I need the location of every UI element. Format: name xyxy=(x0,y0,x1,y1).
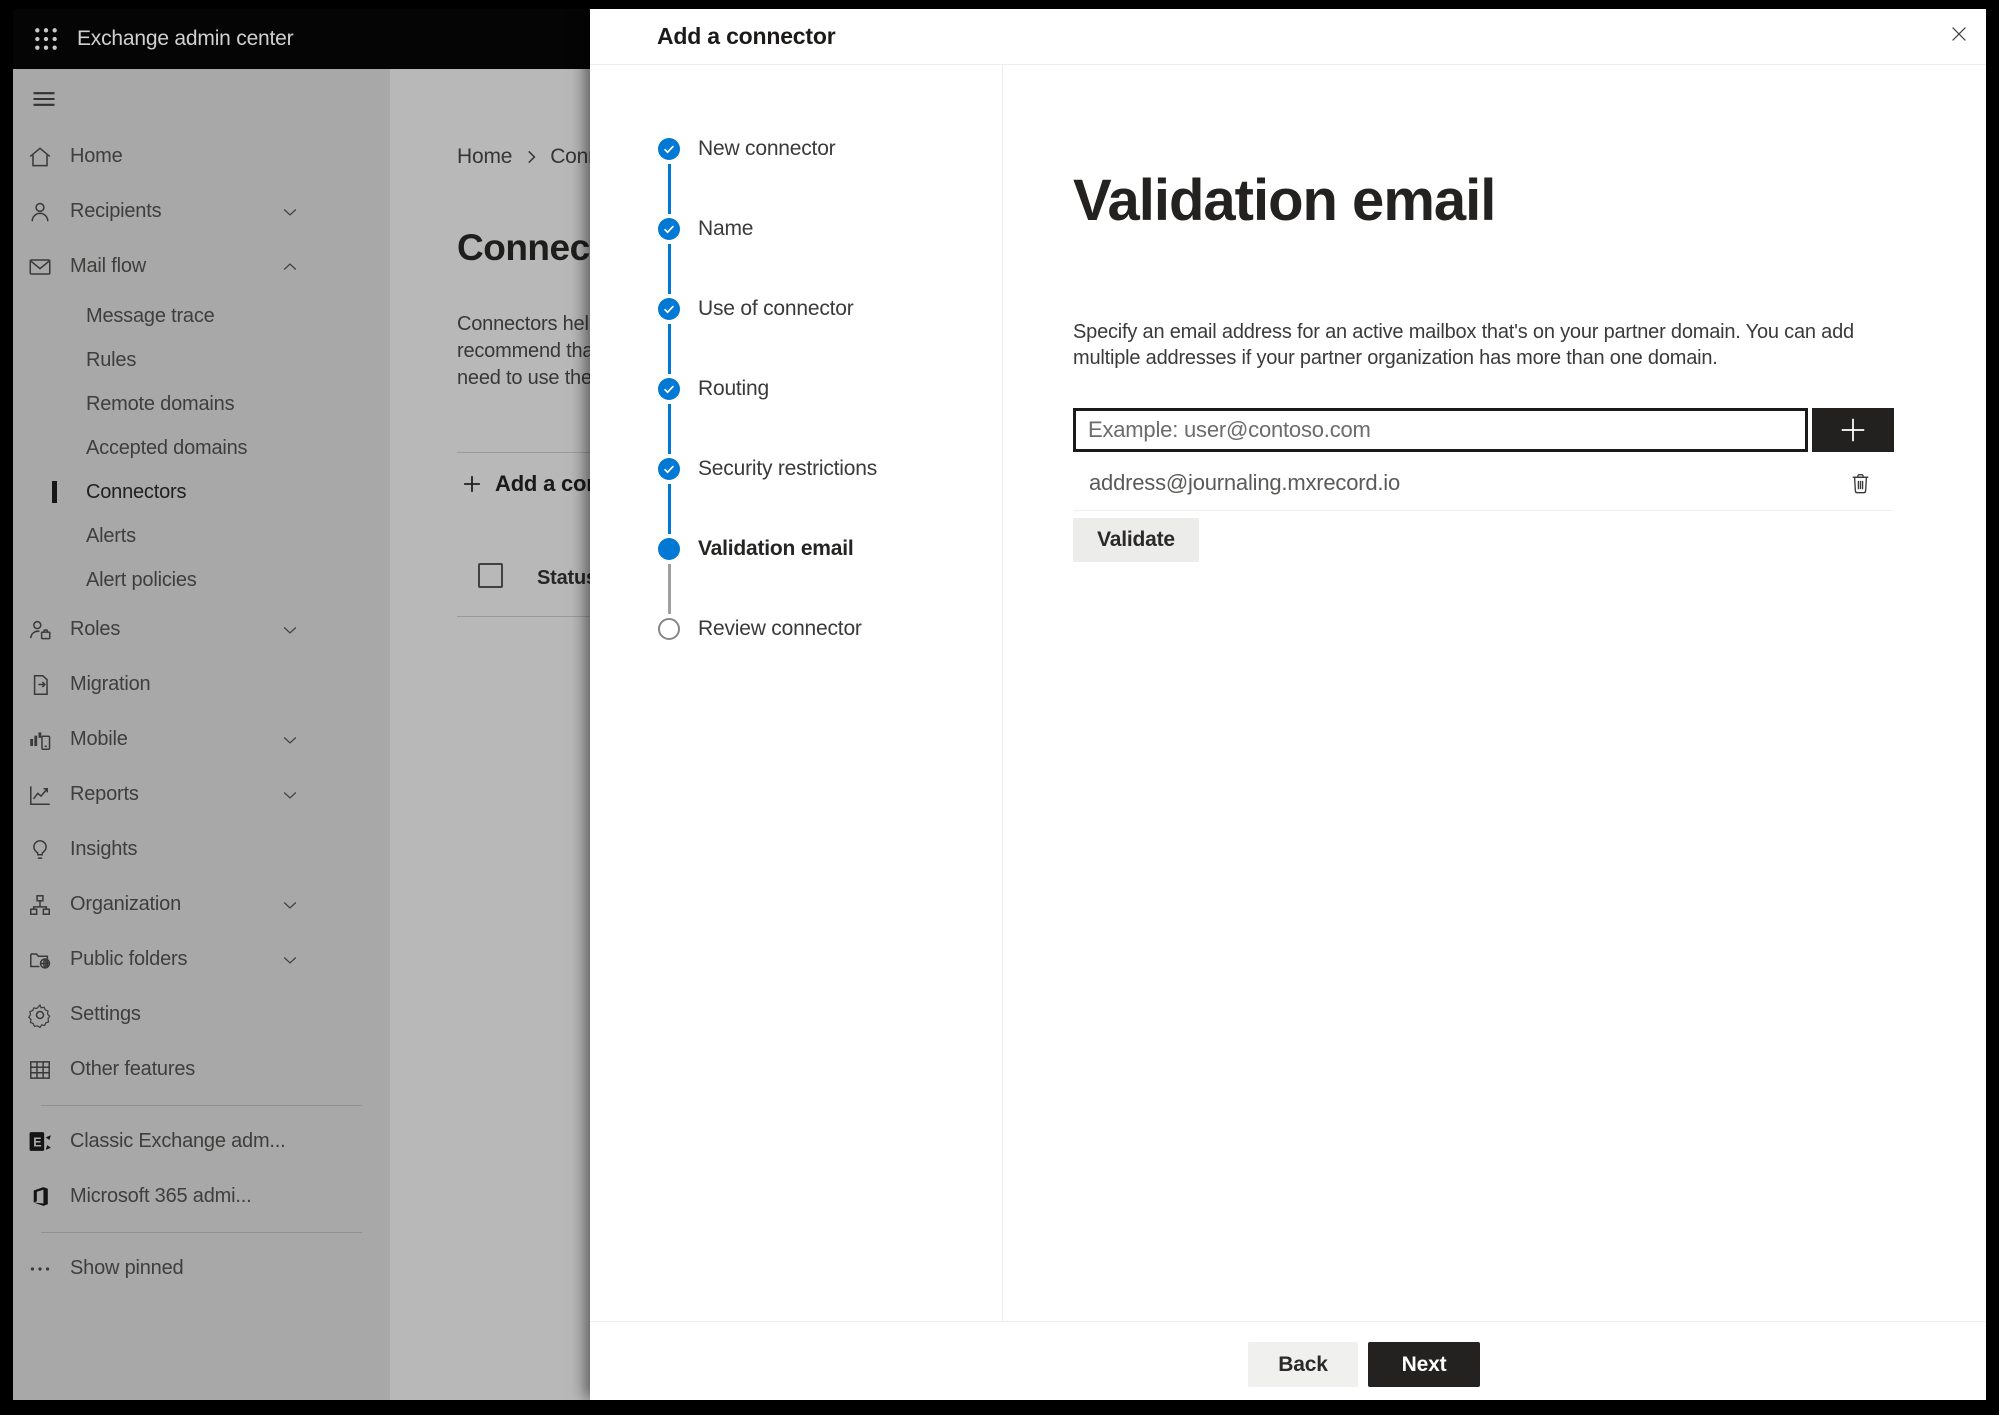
app-screen: Exchange admin center Home Recipients Mail… xyxy=(13,9,1986,1400)
dialog-body: New connector Name Use of connector Routing… xyxy=(590,65,1986,1322)
wizard-step-label: Routing xyxy=(698,377,769,400)
next-button[interactable]: Next xyxy=(1368,1342,1480,1387)
email-input-row xyxy=(1073,408,1894,452)
wizard-step-new-connector[interactable]: New connector xyxy=(590,109,1002,214)
step-current-dot xyxy=(658,538,680,560)
wizard-step-use-of-connector[interactable]: Use of connector xyxy=(590,269,1002,374)
app-title: Exchange admin center xyxy=(77,27,294,50)
step-check-icon xyxy=(658,378,680,400)
wizard-step-name[interactable]: Name xyxy=(590,189,1002,294)
dialog-title: Add a connector xyxy=(657,23,836,49)
step-description: Specify an email address for an active m… xyxy=(1073,321,1854,369)
wizard-stepper: New connector Name Use of connector Routing… xyxy=(590,65,1003,1322)
email-input[interactable] xyxy=(1073,408,1808,452)
dialog-header: Add a connector xyxy=(590,9,1986,65)
wizard-step-label: Use of connector xyxy=(698,297,854,320)
back-button[interactable]: Back xyxy=(1248,1342,1358,1387)
add-email-button[interactable] xyxy=(1812,408,1894,452)
close-button[interactable] xyxy=(1940,15,1978,53)
step-check-icon xyxy=(658,458,680,480)
step-heading: Validation email xyxy=(1073,168,1496,233)
step-check-icon xyxy=(658,138,680,160)
validation-email-panel: Validation email Specify an email addres… xyxy=(1004,65,1986,1322)
plus-icon xyxy=(1838,415,1868,445)
delete-address-button[interactable] xyxy=(1848,471,1873,496)
dialog-footer: Back Next xyxy=(590,1321,1986,1400)
trash-icon xyxy=(1848,471,1873,496)
step-empty-circle xyxy=(658,618,680,640)
validation-address: address@journaling.mxrecord.io xyxy=(1089,470,1401,495)
wizard-step-label: Review connector xyxy=(698,617,862,640)
wizard-step-label: Validation email xyxy=(698,537,854,560)
wizard-step-label: Name xyxy=(698,217,754,240)
validation-address-row: address@journaling.mxrecord.io xyxy=(1073,461,1893,505)
divider xyxy=(1073,510,1893,511)
step-check-icon xyxy=(658,298,680,320)
validate-button[interactable]: Validate xyxy=(1073,518,1199,562)
wizard-step-security-restrictions[interactable]: Security restrictions xyxy=(590,429,1002,534)
wizard-step-label: New connector xyxy=(698,137,836,160)
app-launcher-waffle-icon[interactable] xyxy=(29,22,63,56)
step-check-icon xyxy=(658,218,680,240)
close-icon xyxy=(1948,23,1970,45)
wizard-step-review-connector[interactable]: Review connector xyxy=(590,589,1002,669)
wizard-step-validation-email[interactable]: Validation email xyxy=(590,509,1002,614)
wizard-step-routing[interactable]: Routing xyxy=(590,349,1002,454)
add-connector-dialog: Add a connector New connector Name Use of … xyxy=(590,9,1986,1400)
wizard-step-label: Security restrictions xyxy=(698,457,878,480)
